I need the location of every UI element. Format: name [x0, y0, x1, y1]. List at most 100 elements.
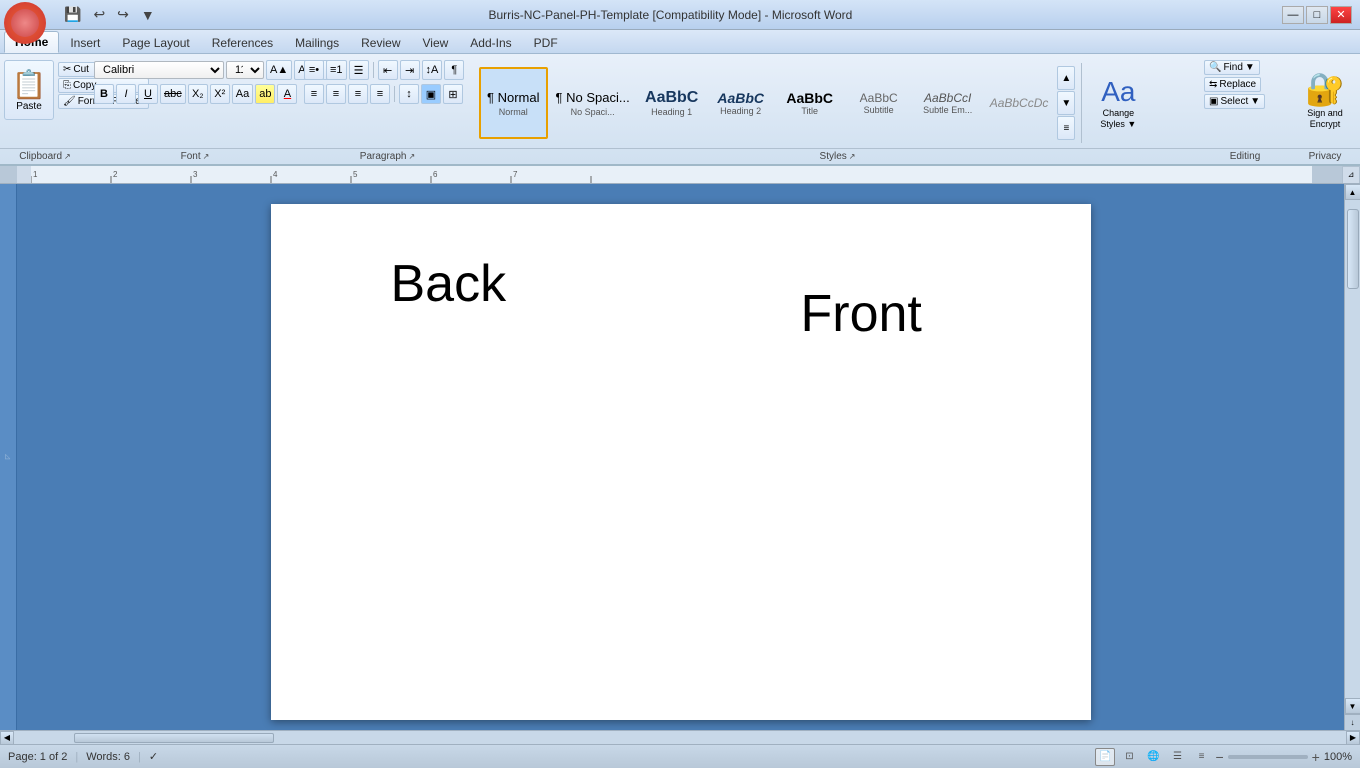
full-screen-button[interactable]: ⊡ — [1119, 748, 1139, 766]
change-case-button[interactable]: Aa — [232, 84, 253, 104]
sort-button[interactable]: ↕A — [422, 60, 443, 80]
highlight-button[interactable]: ab — [255, 84, 275, 104]
font-name-select[interactable]: Calibri — [94, 61, 224, 79]
style-subtitle[interactable]: AaBbC Subtitle — [845, 67, 913, 139]
multilevel-list-button[interactable]: ☰ — [349, 60, 369, 80]
replace-button[interactable]: ⇆ Replace — [1204, 77, 1261, 92]
style-no-spacing[interactable]: ¶ No Spaci... No Spaci... — [549, 67, 637, 139]
italic-button[interactable]: I — [116, 84, 136, 104]
horizontal-scrollbar[interactable]: ◀ ▶ — [0, 730, 1360, 744]
font-size-select[interactable]: 11 — [226, 61, 264, 79]
styles-more[interactable]: ≡ — [1057, 116, 1075, 140]
styles-gallery: ¶ Normal Normal ¶ No Spaci... No Spaci..… — [479, 67, 1055, 139]
align-center-button[interactable]: ≡ — [326, 84, 346, 104]
print-layout-button[interactable]: 📄 — [1095, 748, 1115, 766]
zoom-out-button[interactable]: − — [1215, 749, 1223, 765]
align-right-button[interactable]: ≡ — [348, 84, 368, 104]
scroll-right-button[interactable]: ▶ — [1346, 731, 1360, 745]
status-left: Page: 1 of 2 | Words: 6 | ✓ — [8, 750, 158, 763]
maximize-button[interactable]: □ — [1306, 6, 1328, 24]
font-section: Calibri 11 A▲ A▼ ¶ B I U abc X₂ X² Aa ab… — [90, 56, 300, 164]
change-styles-label: ChangeStyles ▼ — [1100, 108, 1136, 130]
borders-button[interactable]: ⊞ — [443, 84, 463, 104]
tab-add-ins[interactable]: Add-Ins — [459, 31, 522, 53]
zoom-slider[interactable] — [1228, 755, 1308, 759]
style-normal[interactable]: ¶ Normal Normal — [479, 67, 548, 139]
paste-button[interactable]: 📋 Paste — [4, 60, 54, 120]
change-styles-button[interactable]: Aa ChangeStyles ▼ — [1088, 63, 1148, 143]
web-layout-button[interactable]: 🌐 — [1143, 748, 1163, 766]
styles-scroll-up[interactable]: ▲ — [1057, 66, 1075, 90]
tab-page-layout[interactable]: Page Layout — [111, 31, 200, 53]
font-expand-icon[interactable]: ↗ — [203, 152, 210, 161]
styles-scroll-down[interactable]: ▼ — [1057, 91, 1075, 115]
styles-label: Styles ↗ — [475, 148, 1200, 164]
text-front[interactable]: Front — [801, 284, 922, 344]
strikethrough-button[interactable]: abc — [160, 84, 186, 104]
style-title-label: Title — [801, 106, 818, 116]
style-heading2[interactable]: AaBbC Heading 2 — [707, 67, 775, 139]
style-subtle-emphasis[interactable]: AaBbCcI Subtle Em... — [914, 67, 982, 139]
clipboard-section: 📋 Paste ✂ Cut ⎘ Copy 🖌 Format Painter C — [0, 56, 90, 164]
copy-icon: ⎘ — [63, 80, 71, 91]
draft-button[interactable]: ≡ — [1191, 748, 1211, 766]
superscript-button[interactable]: X² — [210, 84, 230, 104]
style-title[interactable]: AaBbC Title — [776, 67, 844, 139]
close-button[interactable]: ✕ — [1330, 6, 1352, 24]
ruler-track[interactable]: 1 2 3 4 5 6 7 — [31, 166, 1312, 183]
spell-check-icon[interactable]: ✓ — [149, 750, 158, 763]
tab-review[interactable]: Review — [350, 31, 411, 53]
style-extra[interactable]: AaBbCcDc — [983, 67, 1056, 139]
font-color-button[interactable]: A — [277, 84, 297, 104]
numbering-button[interactable]: ≡1 — [326, 60, 347, 80]
ribbon: 📋 Paste ✂ Cut ⎘ Copy 🖌 Format Painter C — [0, 54, 1360, 166]
bullets-button[interactable]: ≡• — [304, 60, 324, 80]
bold-button[interactable]: B — [94, 84, 114, 104]
paragraph-expand-icon[interactable]: ↗ — [409, 152, 416, 161]
underline-button[interactable]: U — [138, 84, 158, 104]
h-scroll-thumb[interactable] — [74, 733, 274, 743]
zoom-in-button[interactable]: + — [1312, 749, 1320, 765]
style-h2-preview: AaBbC — [717, 90, 764, 106]
scroll-left-button[interactable]: ◀ — [0, 731, 14, 745]
status-right: 📄 ⊡ 🌐 ☰ ≡ − + 100% — [1095, 748, 1352, 766]
tab-view[interactable]: View — [412, 31, 460, 53]
show-hide-button[interactable]: ¶ — [444, 60, 464, 80]
select-button[interactable]: ▣ Select ▼ — [1204, 94, 1265, 109]
styles-expand-icon[interactable]: ↗ — [849, 152, 856, 161]
justify-button[interactable]: ≡ — [370, 84, 390, 104]
find-button[interactable]: 🔍 Find ▼ — [1204, 60, 1260, 75]
clipboard-expand-icon[interactable]: ↗ — [64, 152, 71, 161]
subscript-button[interactable]: X₂ — [188, 84, 208, 104]
scroll-thumb[interactable] — [1347, 209, 1359, 289]
increase-font-button[interactable]: A▲ — [266, 60, 292, 80]
office-button[interactable] — [4, 2, 46, 44]
tab-pdf[interactable]: PDF — [523, 31, 569, 53]
align-left-button[interactable]: ≡ — [304, 84, 324, 104]
line-spacing-button[interactable]: ↕ — [399, 84, 419, 104]
shading-button[interactable]: ▣ — [421, 84, 441, 104]
scroll-up-button[interactable]: ▲ — [1345, 184, 1360, 200]
style-normal-preview: ¶ Normal — [487, 90, 540, 105]
vertical-scrollbar[interactable]: ▲ ▼ ↓ — [1344, 184, 1360, 730]
text-back[interactable]: Back — [391, 254, 507, 314]
outline-button[interactable]: ☰ — [1167, 748, 1187, 766]
tab-references[interactable]: References — [201, 31, 284, 53]
decrease-indent-button[interactable]: ⇤ — [378, 60, 398, 80]
minimize-button[interactable]: — — [1282, 6, 1304, 24]
scroll-down-button[interactable]: ▼ — [1345, 698, 1360, 714]
ruler-indent-marker — [17, 166, 31, 183]
tab-insert[interactable]: Insert — [59, 31, 111, 53]
style-subtle-preview: AaBbCcI — [924, 91, 971, 105]
document-page[interactable]: Back Front — [271, 204, 1091, 720]
tab-mailings[interactable]: Mailings — [284, 31, 350, 53]
page-down-button[interactable]: ↓ — [1345, 714, 1360, 730]
sign-encrypt-button[interactable]: 🔐 Sign andEncrypt — [1295, 60, 1355, 140]
ribbon-tabs: Home Insert Page Layout References Maili… — [0, 30, 1360, 54]
style-subtitle-preview: AaBbC — [860, 91, 898, 105]
increase-indent-button[interactable]: ⇥ — [400, 60, 420, 80]
ruler-ticks: 1 2 3 4 5 6 7 — [31, 166, 1360, 184]
document-canvas[interactable]: Back Front — [17, 184, 1344, 740]
align-row: ≡ ≡ ≡ ≡ ↕ ▣ ⊞ — [304, 84, 463, 104]
style-heading1[interactable]: AaBbC Heading 1 — [638, 67, 706, 139]
